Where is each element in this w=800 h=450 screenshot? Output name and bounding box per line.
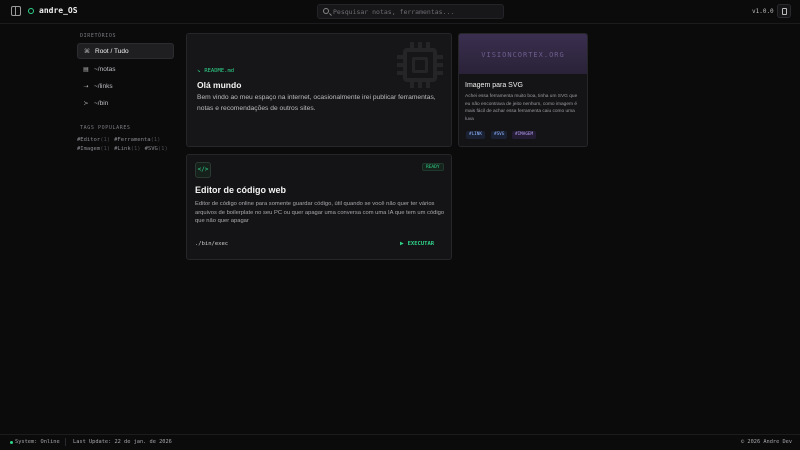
footer-divider (65, 438, 66, 446)
system-status: System: Online (15, 439, 60, 445)
tag-count: (1) (100, 137, 111, 143)
command-path: ./bin/exec (195, 241, 229, 247)
tag-count: (1) (130, 146, 141, 152)
sidebar-item-label: ~/notas (94, 65, 116, 73)
search-box[interactable] (317, 4, 504, 19)
sidebar-item-root[interactable]: ⌘ Root / Tudo (77, 43, 174, 59)
sidebar-item-label: ~/bin (94, 99, 109, 107)
tag-count: (1) (157, 146, 168, 152)
tag-editor[interactable]: #Editor (77, 137, 100, 143)
tags-row: #Editor(1) #Ferramenta(1) (77, 137, 165, 143)
last-update: Last Update: 22 de jan. de 2026 (73, 439, 172, 445)
arrow-icon: ↘ (197, 68, 201, 74)
execute-button[interactable]: ▶ EXECUTAR (400, 240, 434, 247)
readme-title: Olá mundo (197, 80, 242, 90)
sidebar-item-label: Root / Tudo (95, 47, 129, 55)
document-icon (782, 8, 787, 15)
sidebar-item-label: ~/links (94, 82, 113, 90)
status-badge: READY (422, 163, 444, 171)
link-icon: ⇢ (83, 82, 89, 90)
copyright: © 2026 Andre Dev (741, 439, 793, 445)
play-icon: ▶ (400, 240, 404, 247)
tag-count: (1) (150, 137, 161, 143)
svg-tool-card[interactable]: VISIONCORTEX.ORG (458, 33, 588, 147)
tag-link[interactable]: #Link (114, 146, 131, 152)
tags-row: #Imagem(1) #Link(1) #SVG(1) (77, 146, 172, 152)
search-icon (323, 8, 329, 14)
search-input[interactable] (333, 6, 501, 17)
readme-tag-label: README.md (204, 68, 235, 74)
execute-label: EXECUTAR (407, 240, 435, 247)
svg-card-body: Achei essa ferramenta muito boa, tinha u… (465, 94, 578, 122)
tags-title: TAGS POPULARES (80, 125, 131, 131)
editor-card-body: Editor de código online para somente gua… (195, 201, 445, 225)
tag-count: (1) (100, 146, 111, 152)
tag-pill-imagem[interactable]: #IMAGEM (512, 131, 537, 139)
document-button[interactable] (777, 4, 791, 18)
tag-pill-link[interactable]: #LINK (466, 131, 485, 139)
sidebar-item-links[interactable]: ⇢ ~/links (77, 78, 174, 94)
readme-filename: ↘ README.md (197, 68, 234, 74)
version-label: v1.0.0 (752, 8, 774, 15)
banner-text: VISIONCORTEX.ORG (481, 51, 565, 59)
sidebar-toggle-icon[interactable] (11, 6, 21, 16)
sidebar-item-bin[interactable]: ≻ ~/bin (77, 95, 174, 111)
status-ring-icon (28, 8, 34, 14)
chip-icon (397, 42, 443, 88)
directories-title: DIRETÓRIOS (80, 33, 117, 39)
editor-card-title: Editor de código web (195, 185, 287, 195)
code-icon: </> (195, 162, 211, 178)
readme-body: Bem vindo ao meu espaço na internet, oca… (197, 94, 436, 112)
card-banner-image: VISIONCORTEX.ORG (459, 34, 587, 74)
tag-svg[interactable]: #SVG (145, 146, 158, 152)
command-icon: ⌘ (84, 47, 90, 55)
status-dot-icon (10, 441, 13, 444)
svg-card-title: Imagem para SVG (465, 82, 523, 89)
tag-pill-svg[interactable]: #SVG (491, 131, 508, 139)
notes-icon: ▤ (83, 65, 89, 73)
tag-ferramenta[interactable]: #Ferramenta (114, 137, 150, 143)
tag-imagem[interactable]: #Imagem (77, 146, 100, 152)
terminal-icon: ≻ (83, 99, 89, 107)
sidebar-item-notas[interactable]: ▤ ~/notas (77, 61, 174, 77)
app-name[interactable]: andre_OS (39, 6, 78, 15)
